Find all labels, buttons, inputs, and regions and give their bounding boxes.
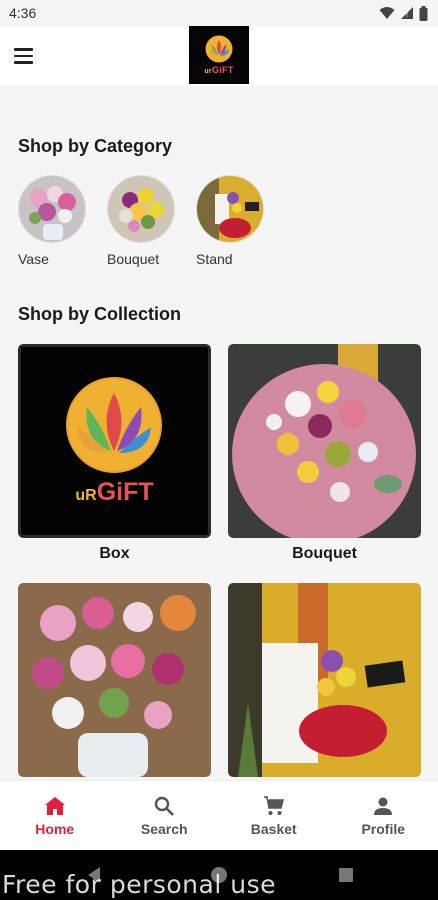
app-logo: urGiFT: [189, 26, 249, 84]
status-icons: !: [379, 5, 428, 21]
collection-card-bouquet[interactable]: [228, 344, 421, 538]
category-image-vase: [18, 175, 86, 243]
category-item-vase[interactable]: Vase: [18, 175, 88, 267]
category-image-bouquet: [107, 175, 175, 243]
collection-image-stand: [228, 583, 421, 777]
menu-button[interactable]: [14, 42, 42, 70]
lotus-logo-icon: [205, 35, 233, 63]
collection-image-box: [18, 344, 211, 538]
category-label: Stand: [196, 251, 233, 267]
cart-icon: [263, 795, 284, 815]
nav-label-profile: Profile: [361, 820, 406, 837]
signal-icon: !: [401, 7, 413, 19]
recents-icon[interactable]: [338, 867, 354, 883]
profile-icon: [374, 797, 393, 815]
nav-label-basket: Basket: [250, 820, 297, 837]
svg-text:!: !: [406, 12, 408, 19]
nav-profile[interactable]: Profile: [329, 781, 438, 850]
logo-text: urGiFT: [204, 65, 234, 75]
status-bar: 4:36 !: [0, 0, 438, 26]
collection-image-bouquet: [228, 344, 421, 538]
category-item-bouquet[interactable]: Bouquet: [107, 175, 177, 267]
battery-icon: [419, 5, 428, 21]
nav-search[interactable]: Search: [110, 781, 220, 850]
nav-label-search: Search: [140, 820, 188, 837]
collection-image-vase: [18, 583, 211, 777]
status-time: 4:36: [9, 5, 37, 21]
collection-label: Box: [99, 545, 130, 562]
nav-basket[interactable]: Basket: [219, 781, 329, 850]
home-icon: [44, 796, 65, 815]
collection-section-title: Shop by Collection: [18, 304, 182, 324]
nav-label-home: Home: [35, 820, 75, 837]
main-content[interactable]: Shop by Category Vase Bouquet Stand Shop…: [0, 86, 438, 780]
wifi-icon: [379, 7, 395, 19]
collection-card-vase[interactable]: [18, 583, 211, 777]
app-bar: urGiFT: [0, 26, 438, 86]
category-section-title: Shop by Category: [18, 136, 173, 156]
search-icon: [155, 796, 175, 816]
category-item-stand[interactable]: Stand: [196, 175, 266, 267]
category-image-stand: [196, 175, 264, 243]
category-label: Bouquet: [107, 251, 160, 267]
collection-card-box[interactable]: uRGiFT: [18, 344, 211, 538]
menu-icon: [14, 48, 33, 51]
collection-label: Bouquet: [292, 545, 357, 562]
watermark-text: Free for personal use: [2, 870, 276, 899]
collection-brand-text: uRGiFT: [75, 478, 154, 506]
category-label: Vase: [18, 251, 49, 267]
bottom-navigation: Home Search Basket Profile: [0, 780, 438, 850]
nav-home[interactable]: Home: [0, 781, 110, 850]
collection-card-stand[interactable]: [228, 583, 421, 777]
